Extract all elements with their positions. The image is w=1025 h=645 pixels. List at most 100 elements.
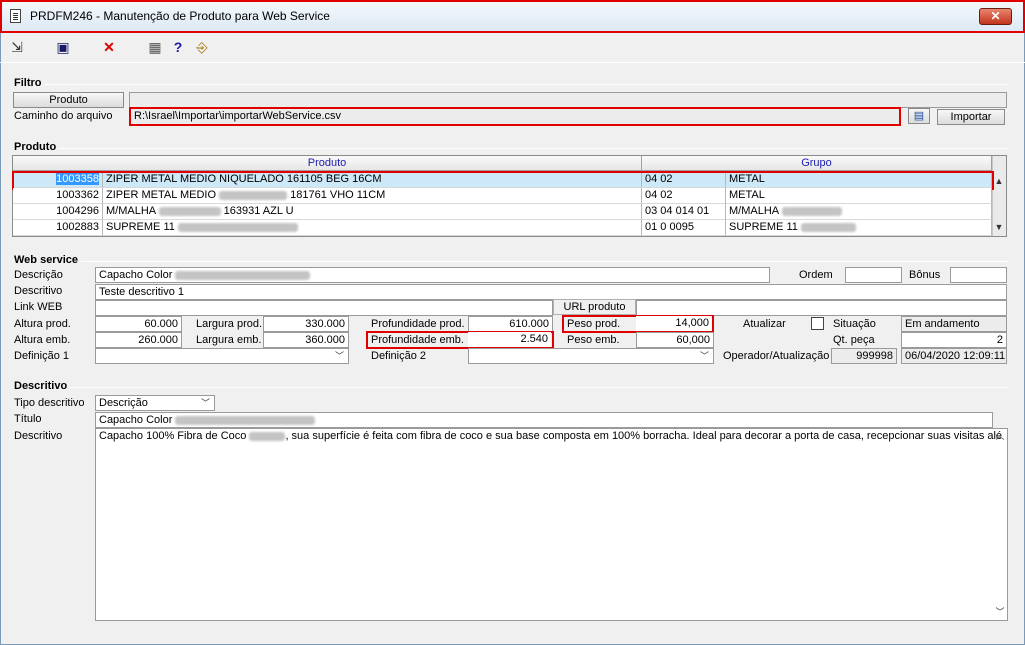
row-code-cell[interactable]: 1003362 — [13, 188, 103, 204]
help-icon[interactable]: ? — [170, 38, 186, 56]
descritivo-textarea[interactable]: Capacho 100% Fibra de Coco , sua superfí… — [95, 428, 1008, 621]
row-grupo-desc-cell[interactable]: M/MALHA — [726, 204, 992, 220]
tipo-descritivo-label: Tipo descritivo — [14, 397, 85, 409]
qt-peca-input[interactable]: 2 — [901, 332, 1007, 348]
bonus-input[interactable] — [950, 267, 1007, 283]
tipo-descritivo-select[interactable]: Descrição ﹀ — [95, 395, 215, 411]
ws-descritivo-label: Descritivo — [14, 285, 63, 297]
row-grupo-cod-cell[interactable]: 01 0 0095 — [642, 220, 726, 236]
definicao2-label: Definição 2 — [371, 350, 427, 362]
definicao2-select[interactable]: ﹀ — [468, 348, 714, 364]
ws-descritivo-input[interactable]: Teste descritivo 1 — [95, 284, 1007, 300]
bonus-label: Bônus — [909, 269, 941, 281]
chevron-down-icon: ﹀ — [334, 351, 344, 361]
blurred-text — [781, 206, 842, 216]
calculator-icon[interactable]: ▦ — [146, 38, 164, 56]
profundidade-prod-input[interactable]: 610.000 — [468, 316, 553, 332]
caminho-label: Caminho do arquivo — [14, 110, 113, 122]
app-document-icon — [10, 9, 21, 23]
altura-prod-input[interactable]: 60.000 — [95, 316, 182, 332]
descritivo-text-a: Capacho 100% Fibra de Coco — [99, 430, 247, 442]
operador-field: 999998 — [831, 348, 897, 364]
row-grupo-desc-text: SUPREME 11 — [729, 221, 798, 233]
data-atualizacao-field: 06/04/2020 12:09:11 — [901, 348, 1007, 364]
window-title: PRDFM246 - Manutenção de Produto para We… — [30, 9, 330, 23]
peso-prod-input[interactable]: 14,000 — [636, 316, 712, 331]
save-floppy-icon[interactable]: ▣ — [54, 38, 72, 56]
descritivo-group-title: Descritivo — [14, 380, 71, 392]
row-desc-cell[interactable]: ZIPER METAL MEDIO 181761 VHO 11CM — [103, 188, 642, 204]
titulo-text: Capacho Color — [99, 414, 173, 426]
altura-emb-input[interactable]: 260.000 — [95, 332, 182, 348]
link-web-label: Link WEB — [14, 301, 63, 313]
definicao1-select[interactable]: ﹀ — [95, 348, 349, 364]
peso-emb-label: Peso emb. — [567, 334, 620, 346]
ordem-label: Ordem — [799, 269, 833, 281]
largura-emb-label: Largura emb. — [196, 334, 262, 346]
caminho-arquivo-input[interactable]: R:\Israel\Importar\importarWebService.cs… — [129, 107, 901, 126]
altura-prod-label: Altura prod. — [14, 318, 71, 330]
titulo-label: Título — [14, 413, 42, 425]
peso-emb-input[interactable]: 60,000 — [636, 332, 714, 348]
descritivo-label: Descritivo — [14, 430, 63, 442]
webservice-group-line — [12, 261, 1009, 262]
blurred-text — [175, 415, 316, 425]
blurred-text — [249, 431, 286, 441]
situacao-label: Situação — [833, 318, 876, 330]
row-grupo-desc-cell[interactable]: SUPREME 11 — [726, 220, 992, 236]
largura-prod-label: Largura prod. — [196, 318, 263, 330]
webservice-group-title: Web service — [14, 254, 82, 266]
produto-group-title: Produto — [14, 141, 60, 153]
profundidade-emb-label: Profundidade emb. — [371, 334, 464, 346]
row-desc-cell[interactable]: M/MALHA 163931 AZL U — [103, 204, 642, 220]
close-window-button[interactable]: ✕ — [979, 8, 1012, 25]
largura-prod-input[interactable]: 330.000 — [263, 316, 349, 332]
atualizar-checkbox[interactable] — [811, 317, 824, 330]
qt-peca-label: Qt. peça — [833, 334, 875, 346]
profundidade-emb-input[interactable]: 2.540 — [468, 332, 551, 347]
titulo-input[interactable]: Capacho Color — [95, 412, 993, 428]
textarea-scroll-up-icon[interactable]: ︿ — [993, 430, 1007, 442]
definicao1-label: Definição 1 — [14, 350, 70, 362]
tipo-descritivo-value: Descrição — [99, 397, 148, 409]
row-grupo-cod-cell[interactable]: 04 02 — [642, 188, 726, 204]
row-grupo-cod-cell[interactable]: 03 04 014 01 — [642, 204, 726, 220]
produto-filter-button[interactable]: Produto — [13, 92, 124, 108]
url-produto-label: URL produto — [553, 299, 636, 315]
scroll-down-icon[interactable]: ▼ — [992, 221, 1006, 233]
scroll-up-icon[interactable]: ▲ — [992, 175, 1006, 187]
row-desc-text-2: 163931 AZL U — [223, 205, 294, 217]
row-grupo-desc-text: M/MALHA — [729, 205, 779, 217]
ordem-input[interactable] — [845, 267, 902, 283]
produto-filter-field[interactable] — [129, 92, 1007, 108]
blurred-text — [219, 190, 288, 200]
exit-door-icon[interactable]: ⎆ — [193, 38, 211, 56]
operador-label: Operador/Atualização — [723, 350, 830, 362]
row-desc-text: ZIPER METAL MEDIO — [106, 189, 217, 201]
url-produto-input[interactable] — [636, 300, 1007, 316]
descricao-label: Descrição — [14, 269, 63, 281]
link-web-input[interactable] — [95, 300, 553, 316]
row-code-cell[interactable]: 1002883 — [13, 220, 103, 236]
blurred-text — [177, 222, 298, 232]
descritivo-text-b: , sua superfície é feita com fibra de co… — [285, 430, 1003, 442]
textarea-scroll-down-icon[interactable]: ﹀ — [993, 606, 1007, 618]
largura-emb-input[interactable]: 360.000 — [263, 332, 349, 348]
delete-icon[interactable]: ✕ — [100, 38, 118, 56]
altura-emb-label: Altura emb. — [14, 334, 71, 346]
col-header-produto[interactable]: Produto — [13, 156, 642, 171]
export-arrow-icon[interactable]: ⇲ — [8, 38, 26, 56]
descricao-input[interactable]: Capacho Color — [95, 267, 770, 283]
browse-file-icon[interactable]: ▤ — [908, 108, 930, 124]
importar-button[interactable]: Importar — [937, 109, 1005, 125]
profundidade-prod-label: Profundidade prod. — [371, 318, 465, 330]
row-code-cell[interactable]: 1004296 — [13, 204, 103, 220]
chevron-down-icon: ﹀ — [699, 351, 709, 361]
row-desc-text: M/MALHA — [106, 205, 156, 217]
toolbar-separator — [0, 62, 1025, 63]
row-grupo-desc-cell[interactable]: METAL — [726, 188, 992, 204]
row-desc-text: SUPREME 11 — [106, 221, 175, 233]
row-desc-cell[interactable]: SUPREME 11 — [103, 220, 642, 236]
descricao-text: Capacho Color — [99, 269, 173, 281]
col-header-grupo[interactable]: Grupo — [642, 156, 992, 171]
